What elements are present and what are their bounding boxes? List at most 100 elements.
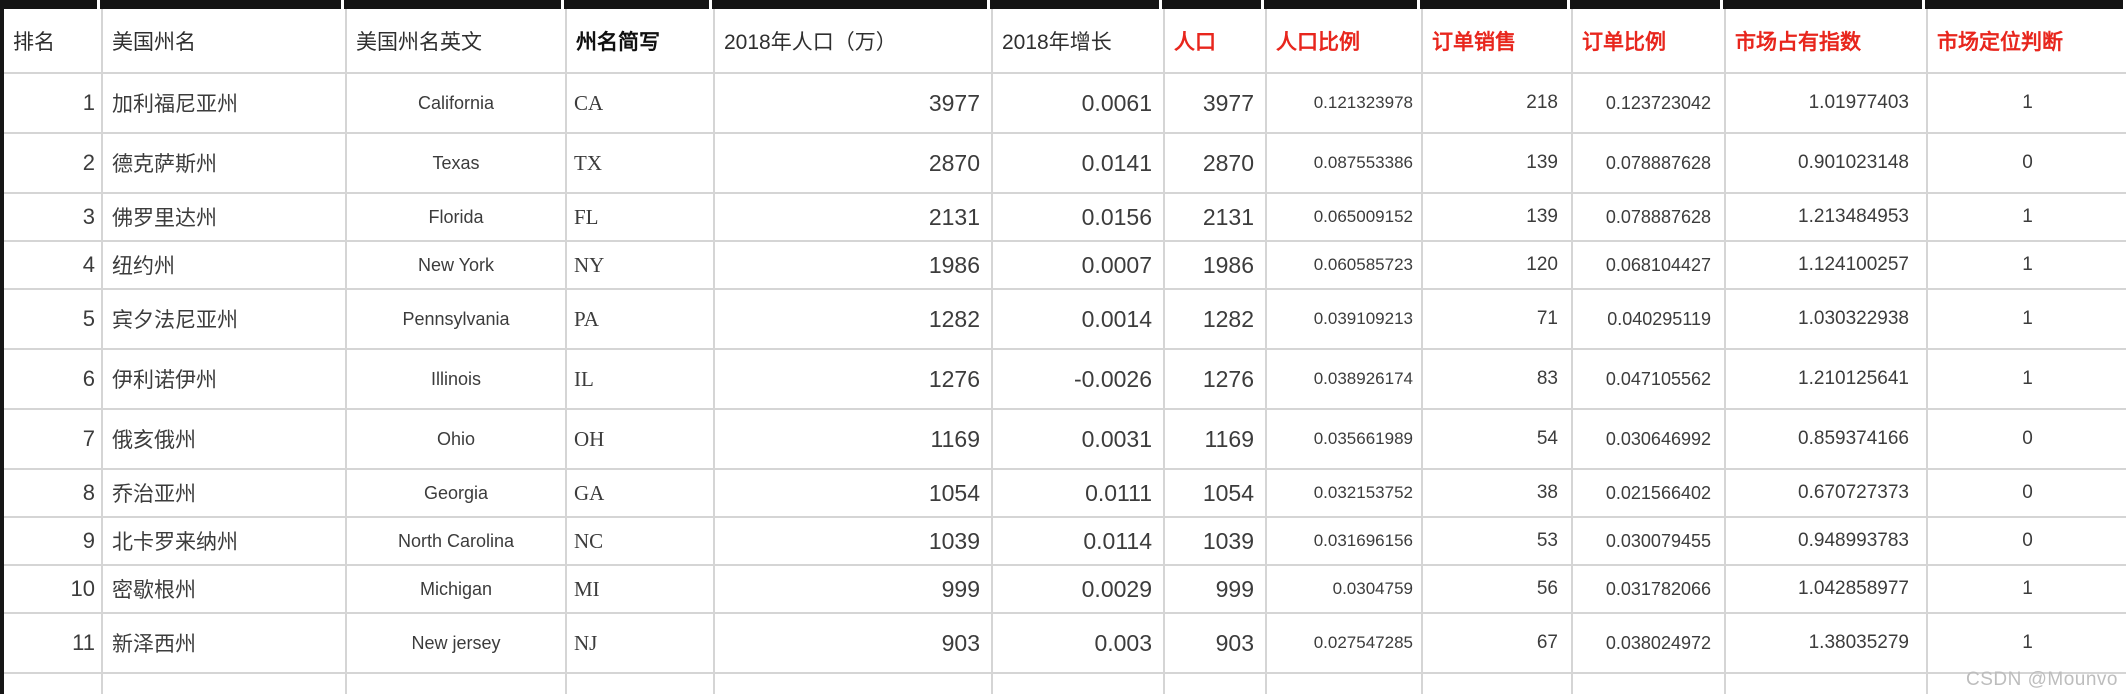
cell-market_judgment[interactable]: 1	[1926, 72, 2126, 134]
cell-abbr[interactable]: NC	[565, 516, 715, 566]
cell-abbr[interactable]: CA	[565, 72, 715, 134]
column-header-growth2018[interactable]: 2018年增长	[991, 9, 1165, 74]
cell-abbr[interactable]: MI	[565, 564, 715, 614]
cell-market_index[interactable]: 1.124100257	[1724, 240, 1928, 290]
column-header-pop_ratio[interactable]: 人口比例	[1265, 9, 1423, 74]
cell-state_en[interactable]: California	[345, 72, 567, 134]
cell-pop2018[interactable]: 1039	[713, 516, 993, 566]
column-header-pop2018[interactable]: 2018年人口（万）	[713, 9, 993, 74]
cell-empty[interactable]	[1163, 672, 1267, 694]
cell-order_sales[interactable]: 139	[1421, 132, 1573, 194]
cell-pop_ratio[interactable]: 0.027547285	[1265, 612, 1423, 674]
cell-population[interactable]: 1986	[1163, 240, 1267, 290]
cell-population[interactable]: 1039	[1163, 516, 1267, 566]
cell-growth2018[interactable]: 0.0114	[991, 516, 1165, 566]
cell-order_ratio[interactable]: 0.078887628	[1571, 192, 1726, 242]
cell-population[interactable]: 1282	[1163, 288, 1267, 350]
cell-growth2018[interactable]: 0.0014	[991, 288, 1165, 350]
cell-pop_ratio[interactable]: 0.087553386	[1265, 132, 1423, 194]
cell-pop2018[interactable]: 3977	[713, 72, 993, 134]
cell-abbr[interactable]: NJ	[565, 612, 715, 674]
column-header-population[interactable]: 人口	[1163, 9, 1267, 74]
cell-rank[interactable]: 4	[0, 240, 103, 290]
cell-order_sales[interactable]: 71	[1421, 288, 1573, 350]
cell-empty[interactable]	[565, 672, 715, 694]
cell-pop_ratio[interactable]: 0.032153752	[1265, 468, 1423, 518]
cell-market_index[interactable]: 0.901023148	[1724, 132, 1928, 194]
cell-population[interactable]: 2870	[1163, 132, 1267, 194]
cell-rank[interactable]: 3	[0, 192, 103, 242]
cell-market_index[interactable]: 1.042858977	[1724, 564, 1928, 614]
cell-population[interactable]: 1054	[1163, 468, 1267, 518]
column-header-state_cn[interactable]: 美国州名	[101, 9, 347, 74]
cell-empty[interactable]	[345, 672, 567, 694]
column-header-rank[interactable]: 排名	[0, 9, 103, 74]
cell-abbr[interactable]: IL	[565, 348, 715, 410]
cell-pop2018[interactable]: 2131	[713, 192, 993, 242]
cell-state_cn[interactable]: 宾夕法尼亚州	[101, 288, 347, 350]
cell-order_sales[interactable]: 218	[1421, 72, 1573, 134]
cell-pop_ratio[interactable]: 0.065009152	[1265, 192, 1423, 242]
cell-empty[interactable]	[1571, 672, 1726, 694]
cell-order_ratio[interactable]: 0.031782066	[1571, 564, 1726, 614]
cell-market_judgment[interactable]: 0	[1926, 516, 2126, 566]
column-header-order_sales[interactable]: 订单销售	[1421, 9, 1573, 74]
cell-market_judgment[interactable]: 0	[1926, 468, 2126, 518]
cell-order_sales[interactable]: 120	[1421, 240, 1573, 290]
cell-state_en[interactable]: Florida	[345, 192, 567, 242]
cell-pop_ratio[interactable]: 0.060585723	[1265, 240, 1423, 290]
cell-pop_ratio[interactable]: 0.038926174	[1265, 348, 1423, 410]
cell-rank[interactable]: 2	[0, 132, 103, 194]
cell-growth2018[interactable]: 0.0156	[991, 192, 1165, 242]
cell-order_ratio[interactable]: 0.030079455	[1571, 516, 1726, 566]
cell-empty[interactable]	[713, 672, 993, 694]
cell-order_sales[interactable]: 38	[1421, 468, 1573, 518]
cell-abbr[interactable]: NY	[565, 240, 715, 290]
cell-pop2018[interactable]: 1986	[713, 240, 993, 290]
cell-market_index[interactable]: 0.948993783	[1724, 516, 1928, 566]
cell-market_index[interactable]: 1.38035279	[1724, 612, 1928, 674]
cell-order_sales[interactable]: 53	[1421, 516, 1573, 566]
cell-order_sales[interactable]: 54	[1421, 408, 1573, 470]
cell-market_judgment[interactable]: 0	[1926, 408, 2126, 470]
cell-order_sales[interactable]: 139	[1421, 192, 1573, 242]
cell-rank[interactable]: 5	[0, 288, 103, 350]
cell-order_ratio[interactable]: 0.078887628	[1571, 132, 1726, 194]
cell-pop2018[interactable]: 1169	[713, 408, 993, 470]
cell-state_en[interactable]: New York	[345, 240, 567, 290]
cell-rank[interactable]: 1	[0, 72, 103, 134]
column-header-order_ratio[interactable]: 订单比例	[1571, 9, 1726, 74]
cell-growth2018[interactable]: -0.0026	[991, 348, 1165, 410]
cell-market_judgment[interactable]: 1	[1926, 612, 2126, 674]
cell-pop2018[interactable]: 1054	[713, 468, 993, 518]
cell-state_cn[interactable]: 北卡罗来纳州	[101, 516, 347, 566]
cell-empty[interactable]	[1421, 672, 1573, 694]
cell-order_sales[interactable]: 67	[1421, 612, 1573, 674]
cell-population[interactable]: 1169	[1163, 408, 1267, 470]
cell-market_judgment[interactable]: 1	[1926, 348, 2126, 410]
cell-pop_ratio[interactable]: 0.035661989	[1265, 408, 1423, 470]
cell-pop_ratio[interactable]: 0.121323978	[1265, 72, 1423, 134]
cell-population[interactable]: 1276	[1163, 348, 1267, 410]
cell-state_en[interactable]: Georgia	[345, 468, 567, 518]
cell-pop_ratio[interactable]: 0.039109213	[1265, 288, 1423, 350]
cell-state_cn[interactable]: 加利福尼亚州	[101, 72, 347, 134]
cell-abbr[interactable]: PA	[565, 288, 715, 350]
cell-growth2018[interactable]: 0.0031	[991, 408, 1165, 470]
cell-rank[interactable]: 6	[0, 348, 103, 410]
cell-pop_ratio[interactable]: 0.0304759	[1265, 564, 1423, 614]
cell-state_cn[interactable]: 新泽西州	[101, 612, 347, 674]
cell-market_judgment[interactable]: 0	[1926, 132, 2126, 194]
cell-order_ratio[interactable]: 0.040295119	[1571, 288, 1726, 350]
cell-population[interactable]: 903	[1163, 612, 1267, 674]
cell-state_cn[interactable]: 德克萨斯州	[101, 132, 347, 194]
cell-rank[interactable]: 10	[0, 564, 103, 614]
cell-state_cn[interactable]: 伊利诺伊州	[101, 348, 347, 410]
cell-pop2018[interactable]: 903	[713, 612, 993, 674]
cell-empty[interactable]	[1724, 672, 1928, 694]
cell-market_judgment[interactable]: 1	[1926, 192, 2126, 242]
cell-state_en[interactable]: North Carolina	[345, 516, 567, 566]
cell-state_en[interactable]: Pennsylvania	[345, 288, 567, 350]
cell-growth2018[interactable]: 0.0141	[991, 132, 1165, 194]
cell-abbr[interactable]: GA	[565, 468, 715, 518]
